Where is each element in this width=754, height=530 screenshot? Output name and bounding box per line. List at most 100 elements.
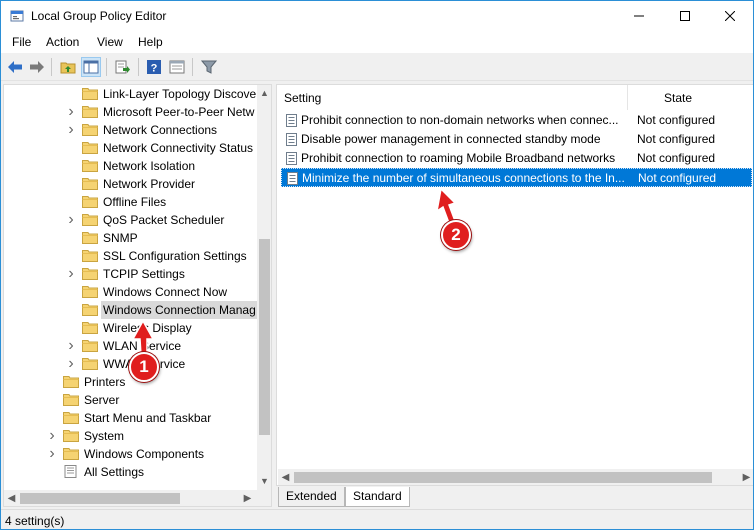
tree-item-label: Network Isolation	[103, 159, 196, 173]
chevron-right-icon[interactable]: ›	[47, 427, 57, 445]
scrollbar-thumb[interactable]	[20, 493, 180, 504]
tree-item[interactable]: Link-Layer Topology Discove	[4, 85, 256, 103]
up-one-level-button[interactable]	[58, 57, 78, 77]
menu-bar: File Action View Help	[1, 31, 753, 53]
maximize-button[interactable]	[662, 1, 708, 31]
tree-item[interactable]: Network Connectivity Status	[4, 139, 256, 157]
tree-item[interactable]: › TCPIP Settings	[4, 265, 256, 283]
tree-item-label: SSL Configuration Settings	[103, 249, 247, 263]
forward-icon	[30, 61, 44, 73]
tree-item-label: Offline Files	[103, 195, 167, 209]
tree-item[interactable]: SSL Configuration Settings	[4, 247, 256, 265]
scroll-left-icon[interactable]: ◀	[278, 469, 293, 485]
export-list-button[interactable]	[113, 57, 133, 77]
status-text: 4 setting(s)	[5, 514, 65, 528]
tree-item[interactable]: Windows Connection Manag	[4, 301, 258, 319]
folder-icon	[82, 178, 98, 190]
tree-item[interactable]: › Network Connections	[4, 121, 256, 139]
tree-horizontal-scrollbar[interactable]: ◀ ▶	[4, 490, 271, 506]
tree-item-label: SNMP	[103, 231, 138, 245]
setting-name: Minimize the number of simultaneous conn…	[302, 171, 625, 185]
tree-item[interactable]: All Settings	[4, 463, 256, 481]
tree-item[interactable]: › QoS Packet Scheduler	[4, 211, 256, 229]
scroll-right-icon[interactable]: ▶	[240, 490, 255, 506]
help-button[interactable]: ?	[144, 57, 164, 77]
chevron-right-icon[interactable]: ›	[66, 265, 76, 283]
list-horizontal-scrollbar[interactable]: ◀ ▶	[278, 469, 753, 485]
chevron-right-icon[interactable]: ›	[66, 355, 76, 373]
close-button[interactable]	[707, 1, 753, 31]
properties-button[interactable]	[167, 57, 187, 77]
chevron-right-icon[interactable]: ›	[66, 337, 76, 355]
tree-item-label: Windows Components	[84, 447, 205, 461]
setting-name: Prohibit connection to roaming Mobile Br…	[301, 151, 616, 165]
policy-setting-icon	[286, 133, 297, 146]
filter-icon	[201, 60, 217, 74]
tree-item[interactable]: Offline Files	[4, 193, 256, 211]
annotation-marker-1: 1	[129, 352, 159, 382]
tree-item[interactable]: Server	[4, 391, 256, 409]
chevron-right-icon[interactable]: ›	[47, 445, 57, 463]
tree-item-label: Windows Connect Now	[103, 285, 228, 299]
menu-view[interactable]: View	[97, 35, 123, 49]
chevron-right-icon[interactable]: ›	[66, 211, 76, 229]
policy-setting-icon	[286, 114, 297, 127]
tree-item-label: All Settings	[84, 465, 145, 479]
scrollbar-thumb[interactable]	[294, 472, 712, 483]
tree-item[interactable]: Windows Connect Now	[4, 283, 256, 301]
table-row[interactable]: Disable power management in connected st…	[281, 130, 752, 149]
toolbar-separator	[138, 58, 139, 76]
menu-help[interactable]: Help	[138, 35, 163, 49]
table-row[interactable]: Minimize the number of simultaneous conn…	[281, 168, 752, 187]
tree-item[interactable]: › Microsoft Peer-to-Peer Netw	[4, 103, 256, 121]
folder-icon	[63, 448, 79, 460]
column-header-setting[interactable]: Setting	[277, 85, 628, 110]
tree-item-label: Network Connectivity Status	[103, 141, 254, 155]
tree-item[interactable]: Network Isolation	[4, 157, 256, 175]
folder-icon	[82, 268, 98, 280]
scroll-down-icon[interactable]: ▼	[257, 473, 271, 488]
tree-pane[interactable]: Link-Layer Topology Discove › Microsoft Pe…	[3, 84, 272, 507]
tree-item[interactable]: Network Provider	[4, 175, 256, 193]
chevron-right-icon[interactable]: ›	[66, 121, 76, 139]
scrollbar-thumb[interactable]	[259, 239, 270, 435]
menu-action[interactable]: Action	[46, 35, 79, 49]
scroll-up-icon[interactable]: ▲	[257, 85, 271, 100]
filter-button[interactable]	[199, 57, 219, 77]
table-row[interactable]: Prohibit connection to roaming Mobile Br…	[281, 149, 752, 168]
setting-name: Prohibit connection to non-domain networ…	[301, 113, 619, 127]
back-button[interactable]	[5, 57, 25, 77]
table-row[interactable]: Prohibit connection to non-domain networ…	[281, 111, 752, 130]
show-hide-tree-button[interactable]	[81, 57, 101, 77]
tree-item-label: QoS Packet Scheduler	[103, 213, 225, 227]
folder-icon	[82, 142, 98, 154]
tree-item[interactable]: › Windows Components	[4, 445, 256, 463]
tree-item[interactable]: SNMP	[4, 229, 256, 247]
title-bar[interactable]: Local Group Policy Editor	[1, 1, 753, 31]
menu-file[interactable]: File	[12, 35, 31, 49]
tab-standard[interactable]: Standard	[345, 487, 410, 507]
folder-icon	[82, 322, 98, 334]
tree-item-label: Printers	[84, 375, 126, 389]
minimize-icon	[634, 15, 644, 17]
scroll-right-icon[interactable]: ▶	[739, 469, 753, 485]
tree-vertical-scrollbar[interactable]: ▲ ▼	[257, 85, 271, 490]
close-icon	[725, 11, 735, 21]
folder-icon	[82, 286, 98, 298]
chevron-right-icon[interactable]: ›	[66, 103, 76, 121]
folder-icon	[82, 106, 98, 118]
settings-list-pane[interactable]: Setting State ◀ ▶ Prohibit connection to…	[276, 84, 753, 486]
tree-item[interactable]: Start Menu and Taskbar	[4, 409, 256, 427]
tree-item[interactable]: › System	[4, 427, 256, 445]
folder-icon	[82, 232, 98, 244]
folder-icon	[82, 304, 98, 316]
toolbar-separator	[51, 58, 52, 76]
minimize-button[interactable]	[616, 1, 662, 31]
tree-item[interactable]: Printers	[4, 373, 256, 391]
forward-button[interactable]	[27, 57, 47, 77]
column-header-state[interactable]: State	[629, 85, 753, 110]
up-folder-icon	[60, 62, 76, 74]
setting-state: Not configured	[637, 113, 716, 127]
tab-extended[interactable]: Extended	[278, 487, 345, 507]
scroll-left-icon[interactable]: ◀	[4, 490, 19, 506]
